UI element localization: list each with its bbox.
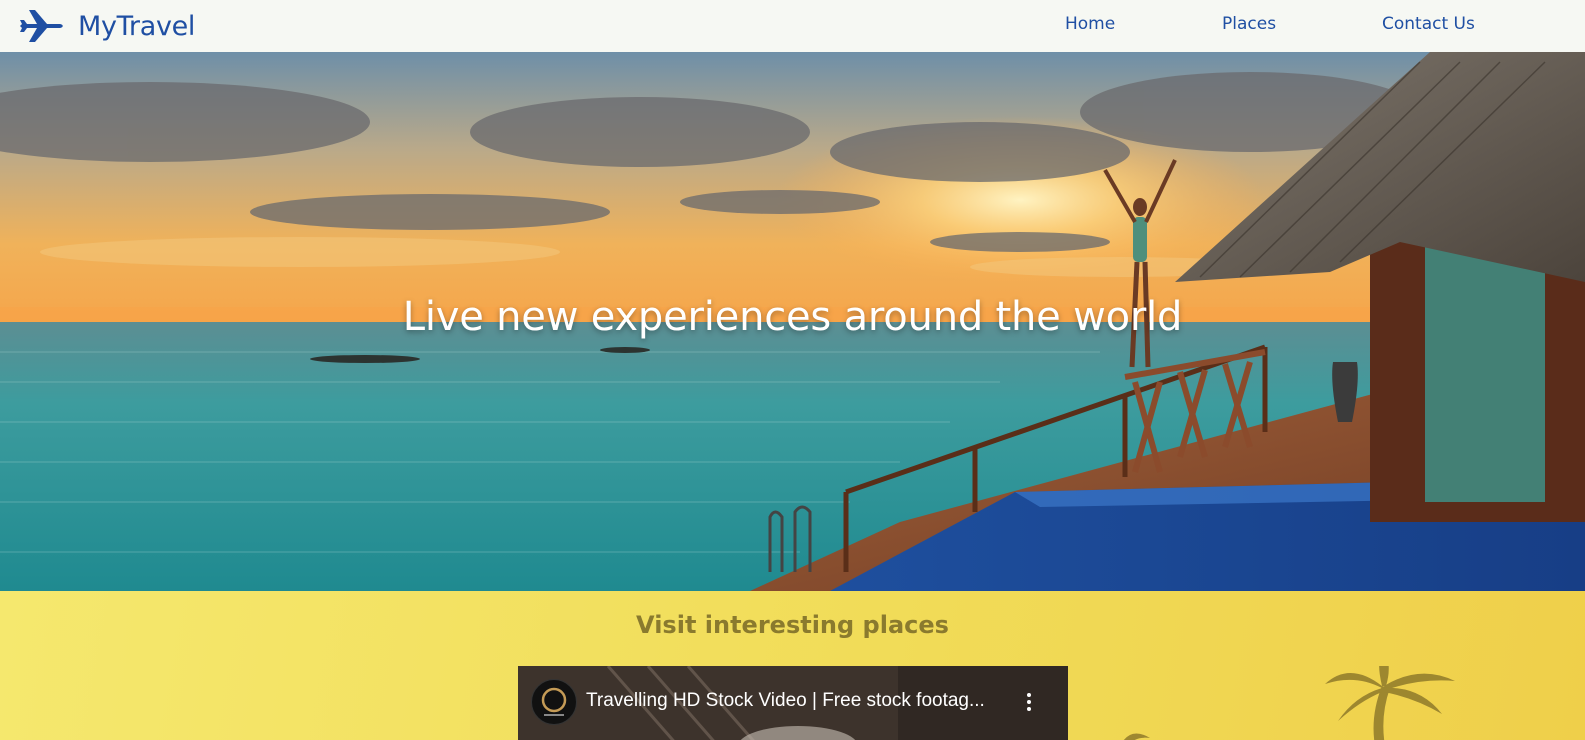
- video-player[interactable]: Travelling HD Stock Video | Free stock f…: [518, 666, 1068, 740]
- nav-link-places[interactable]: Places: [1222, 14, 1276, 34]
- more-vertical-icon[interactable]: [1021, 690, 1037, 714]
- palm-tree-icon: [1123, 666, 1455, 740]
- navbar: MyTravel Home Places Contact Us: [0, 0, 1585, 52]
- section-title: Visit interesting places: [636, 611, 949, 639]
- nav-link-home[interactable]: Home: [1065, 14, 1115, 34]
- channel-avatar-icon[interactable]: [531, 679, 577, 725]
- brand-logo[interactable]: MyTravel: [20, 8, 195, 44]
- hero-banner: Live new experiences around the world: [0, 52, 1585, 591]
- hero-title: Live new experiences around the world: [402, 294, 1183, 340]
- brand-name: MyTravel: [78, 10, 196, 42]
- places-section: Visit interesting places Travelling HD S…: [0, 591, 1585, 740]
- video-title[interactable]: Travelling HD Stock Video | Free stock f…: [586, 690, 985, 712]
- nav-link-contact-us[interactable]: Contact Us: [1382, 14, 1475, 34]
- airplane-icon: [20, 10, 63, 42]
